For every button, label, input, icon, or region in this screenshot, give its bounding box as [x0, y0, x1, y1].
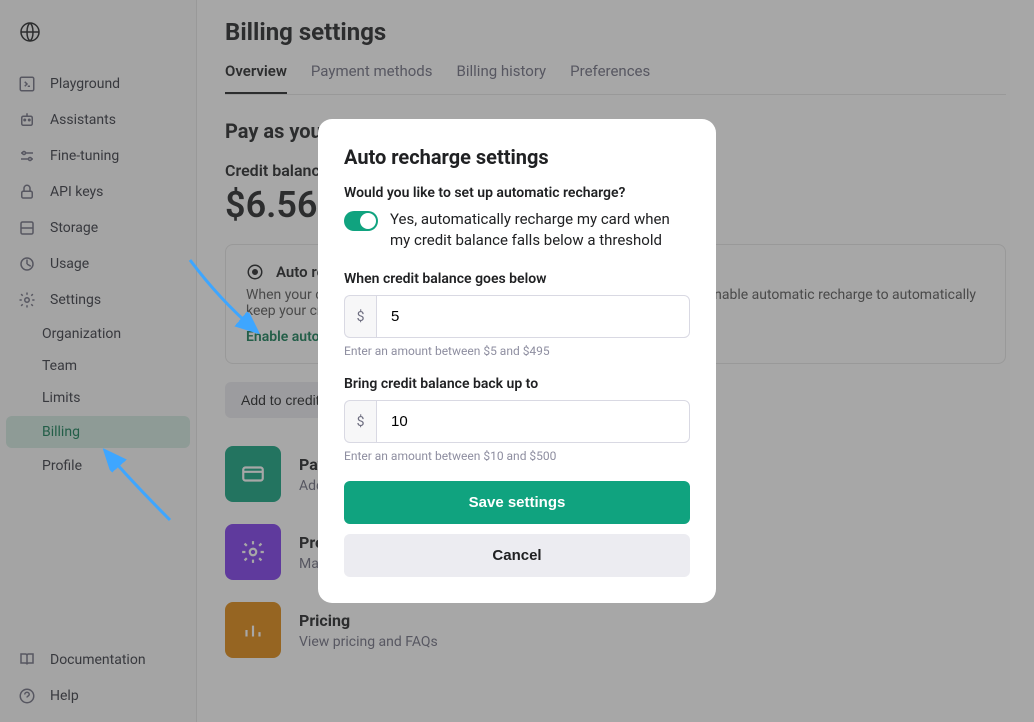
- toggle-label: Yes, automatically recharge my card when…: [390, 209, 690, 251]
- currency-prefix: $: [344, 295, 376, 338]
- auto-recharge-modal: Auto recharge settings Would you like to…: [318, 119, 716, 603]
- threshold-input[interactable]: [376, 295, 690, 338]
- currency-prefix: $: [344, 400, 376, 443]
- modal-title: Auto recharge settings: [344, 145, 690, 169]
- modal-question: Would you like to set up automatic recha…: [344, 185, 690, 201]
- cancel-button[interactable]: Cancel: [344, 534, 690, 577]
- threshold-hint: Enter an amount between $5 and $495: [344, 344, 690, 358]
- topup-label: Bring credit balance back up to: [344, 376, 690, 392]
- auto-recharge-toggle[interactable]: [344, 211, 378, 231]
- save-settings-button[interactable]: Save settings: [344, 481, 690, 524]
- threshold-label: When credit balance goes below: [344, 271, 690, 287]
- topup-hint: Enter an amount between $10 and $500: [344, 449, 690, 463]
- topup-input[interactable]: [376, 400, 690, 443]
